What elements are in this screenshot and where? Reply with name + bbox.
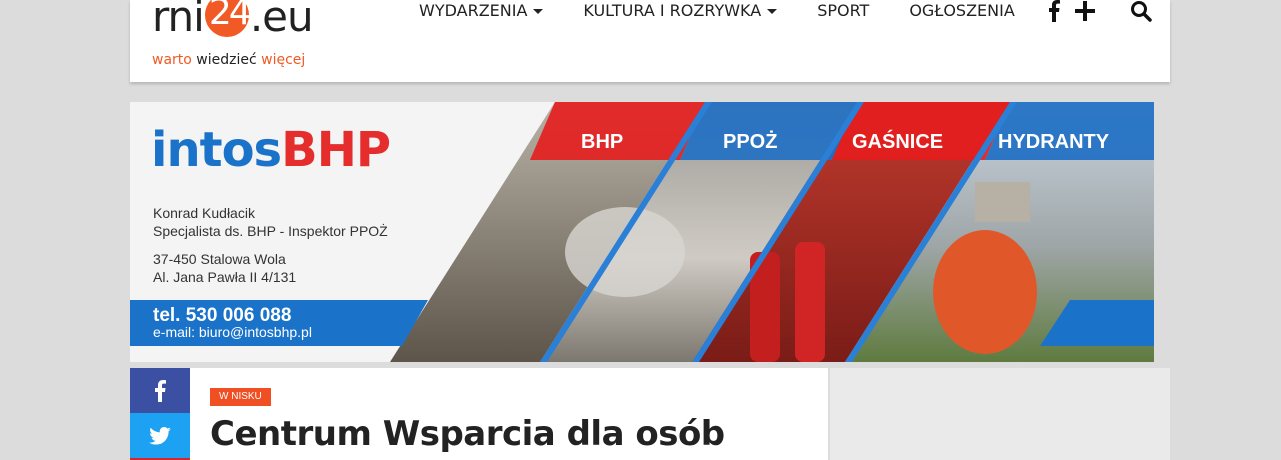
banner-brand: intosBHP: [151, 122, 391, 178]
logo-tagline: warto wiedzieć więcej: [152, 52, 306, 68]
plus-icon[interactable]: [1074, 0, 1096, 22]
logo-wordmark: rni 24 .eu: [152, 0, 314, 41]
nav-item-sport[interactable]: SPORT: [817, 0, 869, 22]
nav-item-ogloszenia[interactable]: OGŁOSZENIA: [909, 0, 1014, 22]
share-facebook-button[interactable]: [130, 368, 190, 413]
ad-banner[interactable]: intosBHP Konrad Kudłacik Specjalista ds.…: [130, 102, 1154, 362]
banner-tab-hydranty: HYDRANTY: [998, 131, 1110, 153]
article-card: W NISKU Centrum Wsparcia dla osób: [190, 368, 828, 460]
site-logo[interactable]: rni 24 .eu warto wiedzieć więcej: [152, 0, 362, 80]
banner-contact-role: Specjalista ds. BHP - Inspektor PPOŻ: [153, 223, 388, 239]
header-icons: [1043, 0, 1152, 22]
caret-down-icon: [767, 8, 778, 14]
banner-tab-ppoz: PPOŻ: [723, 131, 778, 153]
banner-address-street: Al. Jana Pawła II 4/131: [153, 269, 297, 285]
banner-tab-gasnice: GAŚNICE: [852, 131, 944, 153]
twitter-icon: [149, 426, 171, 445]
article-title: Centrum Wsparcia dla osób: [210, 414, 725, 454]
facebook-icon[interactable]: [1043, 0, 1065, 22]
banner-email: e-mail: biuro@intosbhp.pl: [153, 324, 312, 340]
site-header: rni 24 .eu warto wiedzieć więcej WYDARZENI…: [130, 0, 1170, 82]
banner-tab-bhp: BHP: [581, 131, 624, 153]
right-sidebar: [830, 368, 1170, 460]
nav-item-wydarzenia[interactable]: WYDARZENIA: [419, 0, 544, 22]
nav-item-kultura[interactable]: KULTURA I ROZRYWKA: [583, 0, 778, 22]
search-icon[interactable]: [1130, 0, 1152, 22]
banner-contact-name: Konrad Kudłacik: [153, 205, 255, 221]
facebook-icon: [155, 379, 166, 402]
logo-number-circle: 24: [204, 0, 252, 37]
caret-down-icon: [533, 8, 544, 14]
category-badge[interactable]: W NISKU: [210, 388, 271, 406]
main-nav: WYDARZENIA KULTURA I ROZRYWKA SPORT OGŁO…: [419, 0, 1055, 22]
banner-address-postal: 37-450 Stalowa Wola: [153, 251, 286, 267]
share-twitter-button[interactable]: [130, 413, 190, 458]
